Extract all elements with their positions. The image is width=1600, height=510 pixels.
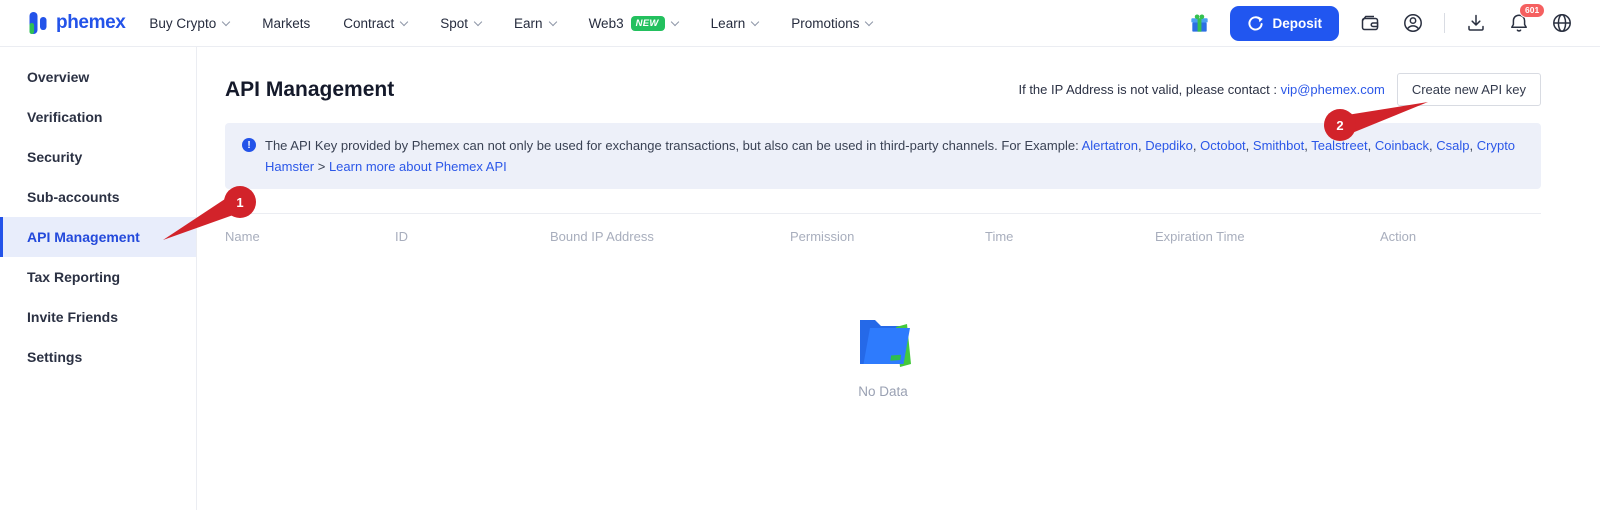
banner-link-octobot[interactable]: Octobot xyxy=(1200,138,1246,153)
column-header-name: Name xyxy=(225,229,395,244)
chevron-down-icon xyxy=(751,17,759,25)
banner-text-segment: > xyxy=(314,159,329,174)
banner-text-segment: , xyxy=(1470,138,1477,153)
ip-notice-text: If the IP Address is not valid, please c… xyxy=(1018,82,1276,97)
banner-link-tealstreet[interactable]: Tealstreet xyxy=(1311,138,1367,153)
column-header-bound-ip-address: Bound IP Address xyxy=(550,229,790,244)
column-header-permission: Permission xyxy=(790,229,985,244)
nav-item-learn[interactable]: Learn xyxy=(711,16,759,31)
banner-link-alertatron[interactable]: Alertatron xyxy=(1082,138,1138,153)
api-info-banner-text: The API Key provided by Phemex can not o… xyxy=(265,135,1524,177)
sidebar-item-sub-accounts[interactable]: Sub-accounts xyxy=(0,177,196,217)
api-keys-table: NameIDBound IP AddressPermissionTimeExpi… xyxy=(225,213,1541,399)
sidebar-item-invite-friends[interactable]: Invite Friends xyxy=(0,297,196,337)
nav-item-web3[interactable]: Web3 NEW xyxy=(589,16,678,31)
notifications-button[interactable]: 601 xyxy=(1507,11,1531,35)
info-icon: ! xyxy=(242,138,256,152)
nav-item-spot[interactable]: Spot xyxy=(440,16,481,31)
header-right: If the IP Address is not valid, please c… xyxy=(1018,73,1541,106)
banner-link-smithbot[interactable]: Smithbot xyxy=(1253,138,1304,153)
banner-text-segment: The API Key provided by Phemex can not o… xyxy=(265,138,1082,153)
account-button[interactable] xyxy=(1401,11,1425,35)
topbar-divider xyxy=(1444,13,1445,33)
chevron-down-icon xyxy=(474,17,482,25)
banner-link-learn-more-about-phemex-api[interactable]: Learn more about Phemex API xyxy=(329,159,507,174)
sidebar-item-security[interactable]: Security xyxy=(0,137,196,177)
no-data-folder-icon xyxy=(850,312,916,372)
banner-link-coinback[interactable]: Coinback xyxy=(1375,138,1429,153)
nav-item-contract[interactable]: Contract xyxy=(343,16,407,31)
column-header-expiration-time: Expiration Time xyxy=(1155,229,1380,244)
api-info-banner: ! The API Key provided by Phemex can not… xyxy=(225,123,1541,189)
brand-name: phemex xyxy=(56,12,125,34)
empty-state: No Data xyxy=(225,312,1541,399)
main-nav: Buy Crypto Markets Contract Spot Earn Web3 NEW… xyxy=(149,16,872,31)
no-data-label: No Data xyxy=(858,384,908,399)
sidebar-item-api-management[interactable]: API Management xyxy=(0,217,196,257)
account-sidebar: OverviewVerificationSecuritySub-accounts… xyxy=(0,47,197,510)
topbar-right-cluster: Deposit xyxy=(1187,6,1574,41)
nav-item-promotions[interactable]: Promotions xyxy=(791,16,872,31)
main-header: API Management If the IP Address is not … xyxy=(225,73,1541,106)
sidebar-item-overview[interactable]: Overview xyxy=(0,57,196,97)
wallet-button[interactable] xyxy=(1358,11,1382,35)
sidebar-item-tax-reporting[interactable]: Tax Reporting xyxy=(0,257,196,297)
new-badge: NEW xyxy=(631,16,665,31)
table-header-row: NameIDBound IP AddressPermissionTimeExpi… xyxy=(225,214,1541,254)
column-header-id: ID xyxy=(395,229,550,244)
deposit-button[interactable]: Deposit xyxy=(1230,6,1339,41)
deposit-circle-arrow-icon xyxy=(1247,15,1264,32)
banner-link-depdiko[interactable]: Depdiko xyxy=(1145,138,1193,153)
chevron-down-icon xyxy=(670,17,678,25)
nav-item-label: Learn xyxy=(711,16,746,31)
chevron-down-icon xyxy=(400,17,408,25)
nav-item-label: Promotions xyxy=(791,16,859,31)
download-button[interactable] xyxy=(1464,11,1488,35)
main-content: API Management If the IP Address is not … xyxy=(197,47,1600,510)
language-button[interactable] xyxy=(1550,11,1574,35)
profile-icon xyxy=(1402,12,1424,34)
sidebar-item-verification[interactable]: Verification xyxy=(0,97,196,137)
nav-item-label: Contract xyxy=(343,16,394,31)
banner-text-segment: , xyxy=(1368,138,1375,153)
support-email-link[interactable]: vip@phemex.com xyxy=(1281,82,1385,97)
column-header-time: Time xyxy=(985,229,1155,244)
wallet-icon xyxy=(1359,12,1381,34)
chevron-down-icon xyxy=(222,17,230,25)
page-title: API Management xyxy=(225,78,394,102)
page: phemex Buy Crypto Markets Contract Spot Earn… xyxy=(0,0,1600,510)
create-new-api-key-button[interactable]: Create new API key xyxy=(1397,73,1541,106)
ip-notice: If the IP Address is not valid, please c… xyxy=(1018,82,1384,97)
notification-count-badge: 601 xyxy=(1519,3,1545,18)
banner-text-segment: , xyxy=(1246,138,1253,153)
nav-item-label: Spot xyxy=(440,16,468,31)
nav-item-label: Markets xyxy=(262,16,310,31)
rewards-gift-icon[interactable] xyxy=(1187,11,1211,35)
chevron-down-icon xyxy=(548,17,556,25)
banner-link-csalp[interactable]: Csalp xyxy=(1436,138,1469,153)
download-icon xyxy=(1465,12,1487,34)
nav-item-buy-crypto[interactable]: Buy Crypto xyxy=(149,16,229,31)
phemex-logo[interactable]: phemex xyxy=(28,10,125,36)
sidebar-item-settings[interactable]: Settings xyxy=(0,337,196,377)
column-header-action: Action xyxy=(1380,229,1541,244)
top-navigation-bar: phemex Buy Crypto Markets Contract Spot Earn… xyxy=(0,0,1600,47)
phemex-logo-icon xyxy=(28,10,50,36)
globe-icon xyxy=(1551,12,1573,34)
nav-item-markets[interactable]: Markets xyxy=(262,16,310,31)
chevron-down-icon xyxy=(865,17,873,25)
nav-item-earn[interactable]: Earn xyxy=(514,16,556,31)
gift-icon xyxy=(1188,12,1211,35)
nav-item-label: Web3 xyxy=(589,16,624,31)
page-body: OverviewVerificationSecuritySub-accounts… xyxy=(0,47,1600,510)
nav-item-label: Buy Crypto xyxy=(149,16,216,31)
nav-item-label: Earn xyxy=(514,16,543,31)
deposit-button-label: Deposit xyxy=(1272,16,1322,31)
